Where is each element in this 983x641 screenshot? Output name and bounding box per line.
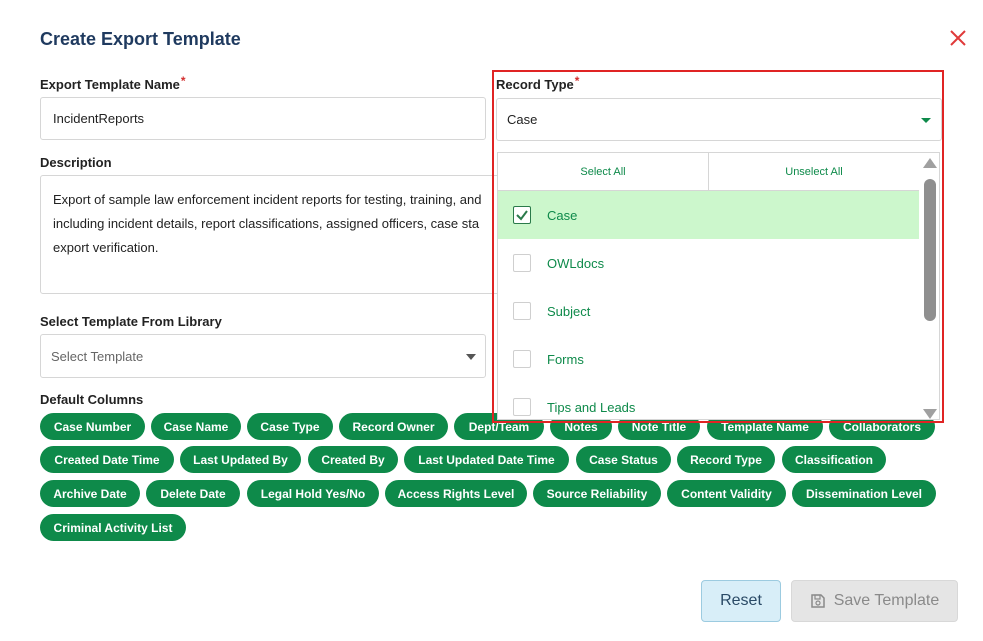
reset-button[interactable]: Reset xyxy=(701,580,781,622)
column-chip[interactable]: Case Status xyxy=(576,446,671,473)
column-chip[interactable]: Case Name xyxy=(151,413,241,440)
column-chip[interactable]: Created By xyxy=(308,446,398,473)
column-chip[interactable]: Record Owner xyxy=(339,413,448,440)
template-name-label: Export Template Name* xyxy=(40,74,186,92)
required-marker: * xyxy=(180,74,186,88)
column-chip[interactable]: Last Updated Date Time xyxy=(404,446,569,473)
column-chip[interactable]: Case Type xyxy=(247,413,333,440)
close-icon[interactable] xyxy=(948,28,968,48)
description-label: Description xyxy=(40,155,112,170)
column-chip[interactable]: Dissemination Level xyxy=(792,480,936,507)
column-chip[interactable]: Archive Date xyxy=(40,480,140,507)
library-placeholder: Select Template xyxy=(51,348,144,364)
save-template-button[interactable]: Save Template xyxy=(791,580,958,622)
description-textarea[interactable]: Export of sample law enforcement inciden… xyxy=(40,175,510,294)
column-chip[interactable]: Created Date Time xyxy=(40,446,174,473)
column-chip[interactable]: Delete Date xyxy=(146,480,240,507)
save-template-label: Save Template xyxy=(833,592,940,609)
save-icon xyxy=(810,594,825,608)
column-chip[interactable]: Content Validity xyxy=(667,480,786,507)
page-title: Create Export Template xyxy=(40,29,241,49)
chevron-down-icon[interactable] xyxy=(466,354,476,360)
record-type-highlight xyxy=(492,70,944,423)
column-chip[interactable]: Criminal Activity List xyxy=(40,514,186,541)
column-chip[interactable]: Classification xyxy=(782,446,886,473)
column-chip[interactable]: Last Updated By xyxy=(180,446,301,473)
column-chip[interactable]: Record Type xyxy=(677,446,775,473)
column-chip[interactable]: Legal Hold Yes/No xyxy=(247,480,379,507)
template-name-input[interactable]: IncidentReports xyxy=(40,97,486,140)
template-name-value: IncidentReports xyxy=(53,111,145,126)
column-chip[interactable]: Access Rights Level xyxy=(385,480,527,507)
library-select[interactable]: Select Template xyxy=(40,334,486,378)
library-label: Select Template From Library xyxy=(40,314,222,329)
column-chip[interactable]: Case Number xyxy=(40,413,145,440)
default-columns-label: Default Columns xyxy=(40,392,144,407)
column-chip[interactable]: Source Reliability xyxy=(533,480,661,507)
